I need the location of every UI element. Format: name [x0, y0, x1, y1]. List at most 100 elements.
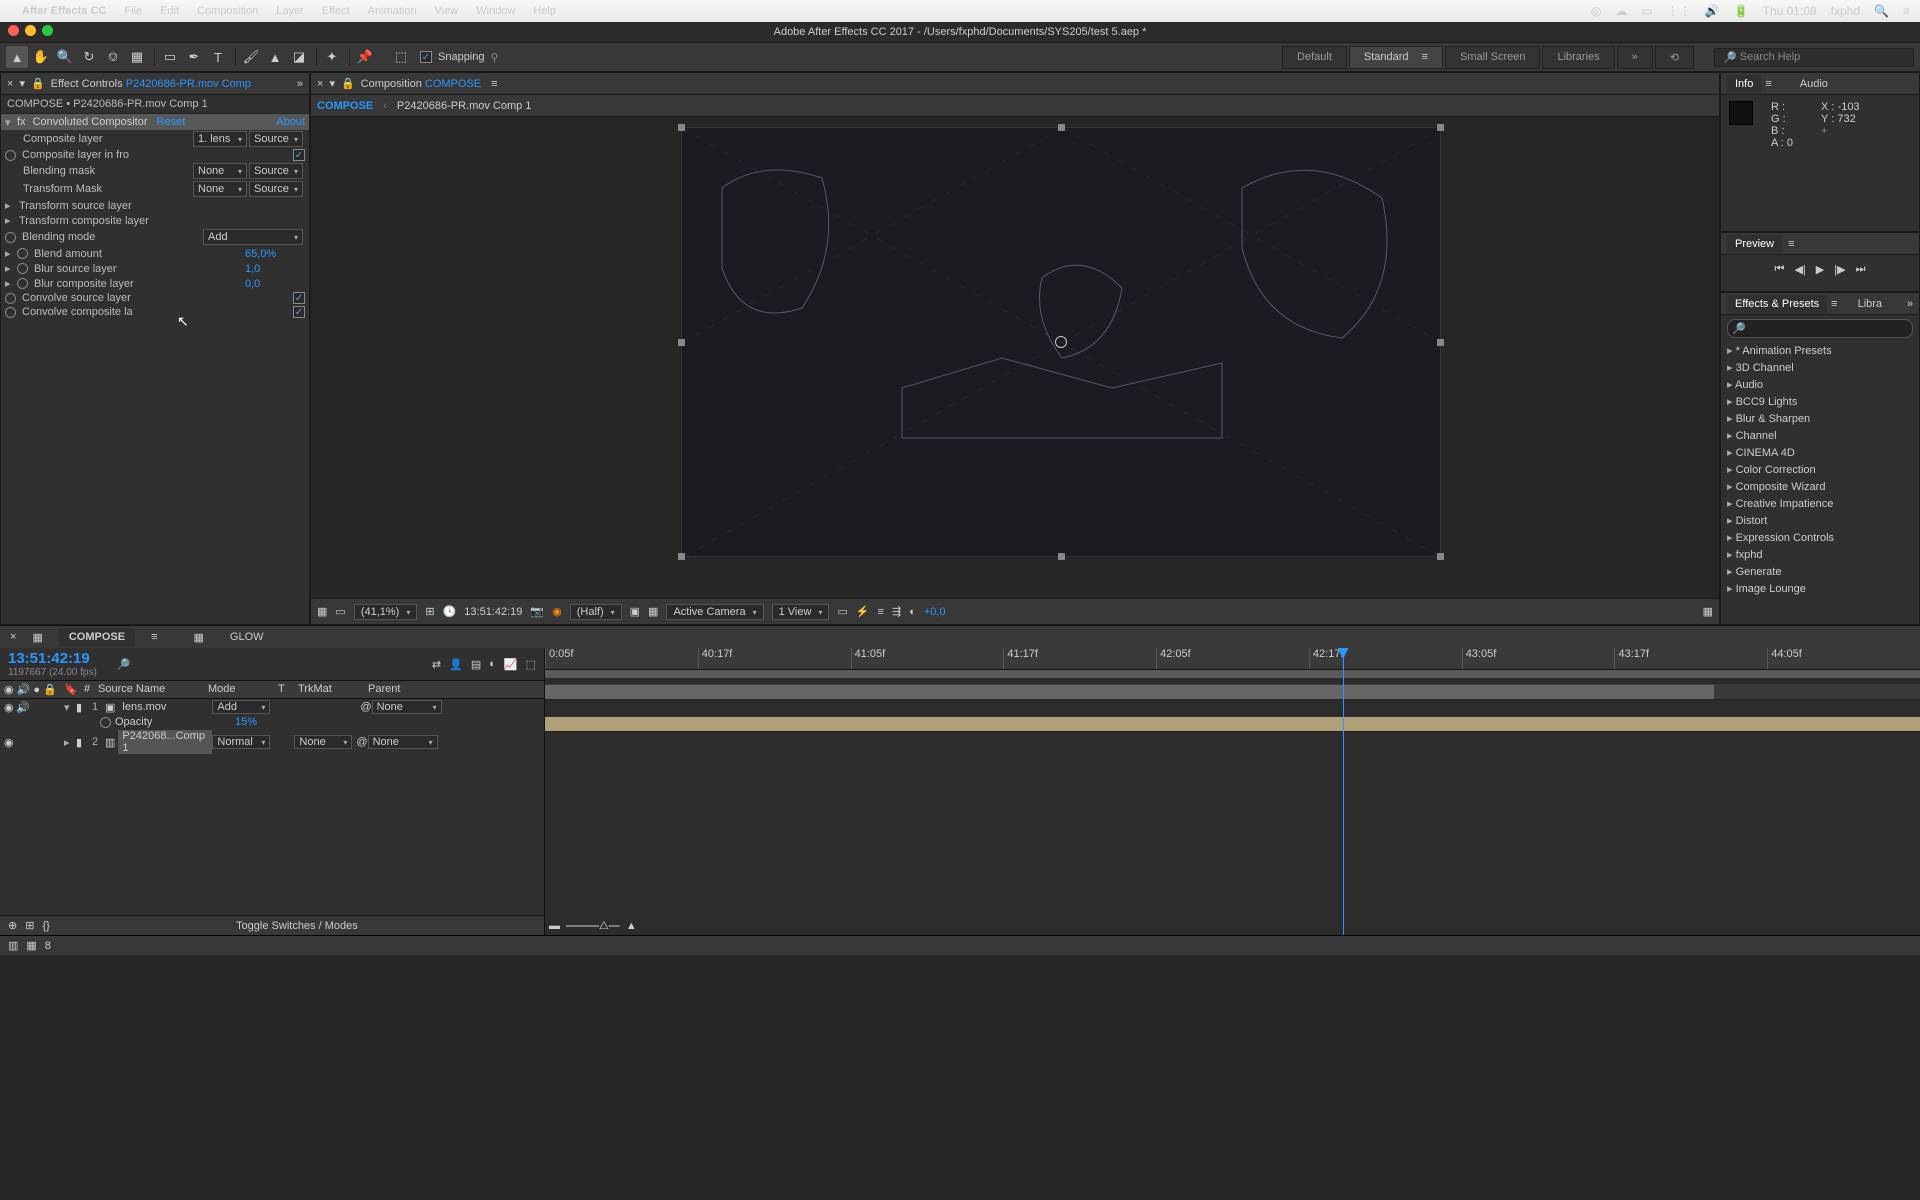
camera-tool[interactable]: ⎊	[102, 46, 124, 68]
layer2-parent-dropdown[interactable]: None	[368, 735, 438, 749]
comp-crumb-next[interactable]: P2420686-PR.mov Comp 1	[397, 100, 532, 112]
menu-window[interactable]: Window	[476, 5, 515, 17]
panel-overflow-icon[interactable]: »	[297, 78, 303, 90]
maximize-icon[interactable]	[42, 25, 53, 36]
blending-mask-dropdown[interactable]: None	[193, 163, 247, 179]
transparency-grid-icon[interactable]: ▦	[648, 605, 658, 618]
reset-exposure-icon[interactable]: ◐	[909, 606, 916, 618]
search-help-field[interactable]: 🔎 Search Help	[1714, 48, 1914, 67]
render-icon[interactable]: ▭	[335, 605, 345, 618]
preview-menu-icon[interactable]: ≡	[1788, 238, 1794, 250]
status-user[interactable]: fxphd	[1831, 4, 1860, 18]
composite-in-front-checkbox[interactable]	[293, 149, 305, 161]
project-icon[interactable]: ▥	[8, 939, 18, 952]
parent-pickwhip-icon[interactable]: @	[360, 701, 371, 713]
motion-blur-icon[interactable]: ◐	[489, 658, 496, 671]
snap-options-icon[interactable]: ⚲	[491, 51, 499, 64]
effect-reset[interactable]: Reset	[157, 116, 186, 128]
first-frame-icon[interactable]: ⏮	[1775, 263, 1785, 276]
effects-category-item[interactable]: BCC9 Lights	[1721, 393, 1919, 410]
clone-tool[interactable]: ▲	[264, 46, 286, 68]
layer2-mode-dropdown[interactable]: Normal	[212, 735, 270, 749]
layer2-name[interactable]: P242068...Comp 1	[118, 730, 212, 754]
transform-mask-dropdown[interactable]: None	[193, 181, 247, 197]
stopwatch-icon[interactable]	[5, 150, 16, 161]
panel-menu-icon[interactable]: ▾	[329, 77, 335, 90]
prop-transform-source[interactable]: ▸Transform source layer	[1, 198, 309, 213]
composite-layer-dropdown[interactable]: 1. lens	[193, 131, 247, 147]
pen-tool[interactable]: ✒	[183, 46, 205, 68]
roi-icon[interactable]: ▣	[630, 605, 640, 618]
status-display-icon[interactable]: ▭	[1641, 4, 1652, 18]
stopwatch-icon[interactable]	[17, 278, 28, 289]
pan-behind-tool[interactable]: ▦	[126, 46, 148, 68]
info-tab[interactable]: Info	[1727, 75, 1761, 93]
menu-help[interactable]: Help	[533, 5, 556, 17]
roto-tool[interactable]: ✦	[321, 46, 343, 68]
video-switch-icon[interactable]: ◉	[4, 701, 16, 714]
camera-dropdown[interactable]: Active Camera	[666, 604, 763, 620]
effects-category-item[interactable]: Channel	[1721, 427, 1919, 444]
timeline-icon[interactable]: ≡	[878, 606, 884, 618]
minimize-icon[interactable]	[25, 25, 36, 36]
transform-mask-source-dropdown[interactable]: Source	[249, 181, 303, 197]
channel-icon[interactable]: ◉	[552, 605, 562, 618]
comp-frame[interactable]	[681, 127, 1441, 557]
status-battery-icon[interactable]: 🔋	[1734, 4, 1749, 18]
zoom-out-icon[interactable]: ▬	[549, 920, 560, 933]
convolve-composite-checkbox[interactable]	[293, 306, 305, 318]
resolution-icon[interactable]: ⊞	[425, 605, 434, 618]
timeline-tracks[interactable]: 0:05f40:17f41:05f41:17f42:05f42:17f43:05…	[545, 648, 1920, 935]
next-frame-icon[interactable]: |▶	[1834, 263, 1845, 276]
panel-menu-icon[interactable]: ▾	[19, 77, 25, 90]
effects-category-item[interactable]: Blur & Sharpen	[1721, 410, 1919, 427]
audio-switch-icon[interactable]: 🔊	[16, 701, 28, 714]
menu-effect[interactable]: Effect	[322, 5, 350, 17]
pixel-aspect-icon[interactable]: ▭	[837, 605, 847, 618]
toggle-switch-icon[interactable]: ⊕	[8, 919, 17, 932]
layer1-opacity-row[interactable]: Opacity 15%	[0, 715, 544, 729]
menu-edit[interactable]: Edit	[160, 5, 179, 17]
app-menu[interactable]: After Effects CC	[22, 5, 106, 17]
status-wifi-icon[interactable]: ⋮⋮	[1667, 4, 1691, 18]
menu-view[interactable]: View	[435, 5, 459, 17]
panel-close-icon[interactable]: ×	[317, 78, 323, 90]
work-area-bar[interactable]	[545, 670, 1920, 678]
timecode-icon[interactable]: 🕓	[443, 605, 457, 618]
snapping-checkbox[interactable]	[420, 51, 432, 63]
effects-search-input[interactable]: 🔎	[1727, 319, 1913, 338]
composition-viewer[interactable]	[311, 117, 1719, 598]
puppet-tool[interactable]: 📌	[354, 46, 376, 68]
twirl-icon[interactable]: ▸	[64, 736, 76, 749]
workspace-standard[interactable]: Standard ≡	[1349, 46, 1443, 69]
timeline-icon[interactable]: ▦	[32, 631, 42, 644]
graph-editor-icon[interactable]: 📈	[504, 658, 518, 671]
timeline-icon[interactable]: ▦	[194, 631, 204, 644]
preview-tab[interactable]: Preview	[1727, 235, 1782, 253]
status-volume-icon[interactable]: 🔊	[1705, 4, 1720, 18]
effects-category-item[interactable]: Expression Controls	[1721, 529, 1919, 546]
comp-mini-flowchart-icon[interactable]: ⇄	[432, 658, 441, 671]
effects-category-item[interactable]: fxphd	[1721, 546, 1919, 563]
status-clock[interactable]: Thu 01:08	[1763, 4, 1817, 18]
panel-close-icon[interactable]: ×	[10, 631, 16, 643]
menu-layer[interactable]: Layer	[276, 5, 304, 17]
layer-row-2[interactable]: ◉ ▸ ▮ 2 ▥ P242068...Comp 1 Normal None @…	[0, 729, 544, 755]
status-cloud-icon[interactable]: ☁	[1615, 4, 1627, 18]
effects-category-item[interactable]: CINEMA 4D	[1721, 444, 1919, 461]
zoom-dropdown[interactable]: (41,1%)	[354, 604, 418, 620]
stopwatch-icon[interactable]	[100, 717, 111, 728]
video-switch-icon[interactable]: ◉	[4, 736, 16, 749]
ep-overflow-icon[interactable]: »	[1907, 298, 1913, 310]
color-label-icon[interactable]: ▮	[76, 736, 88, 749]
stopwatch-icon[interactable]	[17, 248, 28, 259]
local-axis-icon[interactable]: ⬚	[390, 46, 412, 68]
fast-preview-icon[interactable]: ⚡	[856, 605, 870, 618]
effects-category-item[interactable]: Distort	[1721, 512, 1919, 529]
workspace-reset-icon[interactable]: ⟲	[1655, 46, 1694, 69]
menu-composition[interactable]: Composition	[197, 5, 258, 17]
exposure-value[interactable]: +0,0	[924, 606, 946, 618]
notification-icon[interactable]: ≡	[1903, 4, 1910, 18]
blur-source-value[interactable]: 1,0	[245, 263, 305, 275]
panel-options-icon[interactable]: ≡	[491, 78, 497, 90]
